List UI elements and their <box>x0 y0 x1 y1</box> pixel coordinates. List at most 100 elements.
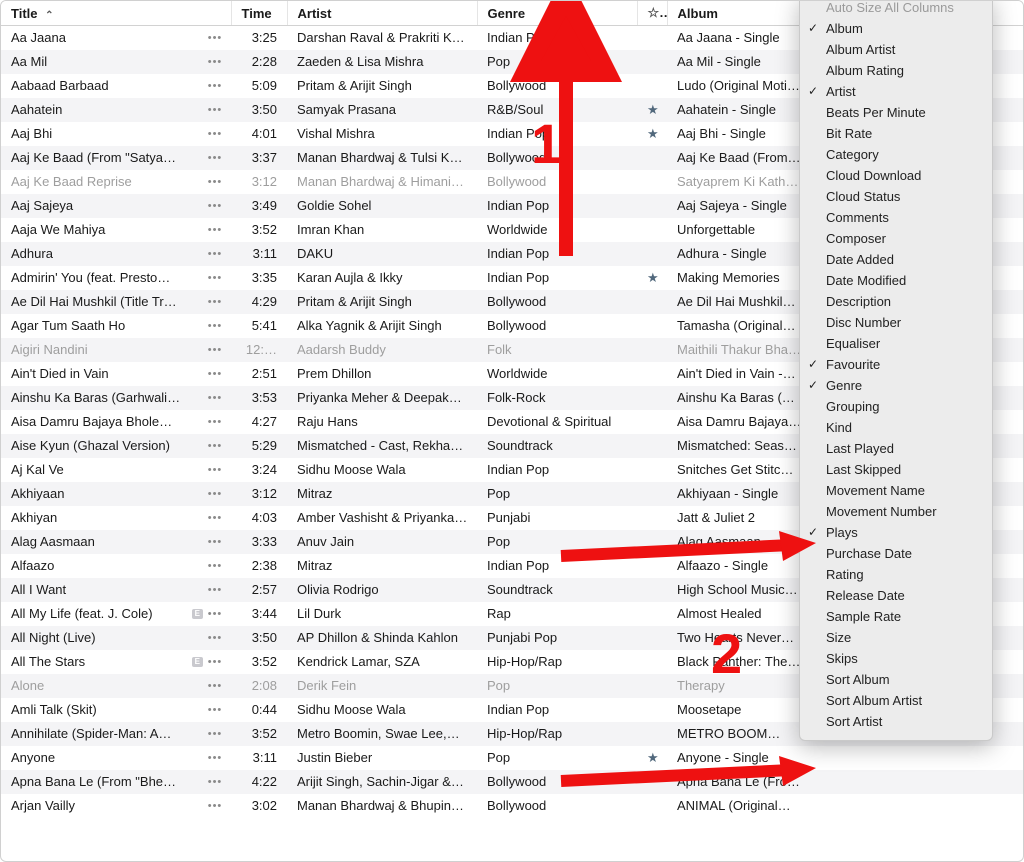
more-options-icon[interactable]: ••• <box>207 704 223 716</box>
favourite-cell[interactable] <box>637 362 667 386</box>
menu-item-movement-number[interactable]: Movement Number <box>800 501 992 522</box>
column-header-favourite[interactable]: ☆ <box>637 1 667 26</box>
menu-item-kind[interactable]: Kind <box>800 417 992 438</box>
menu-item-sort-artist[interactable]: Sort Artist <box>800 711 992 732</box>
column-header-genre[interactable]: Genre <box>477 1 637 26</box>
column-header-time[interactable]: Time <box>231 1 287 26</box>
favourite-cell[interactable] <box>637 602 667 626</box>
more-options-icon[interactable]: ••• <box>207 512 223 524</box>
favourite-cell[interactable] <box>637 794 667 818</box>
menu-item-cloud-download[interactable]: Cloud Download <box>800 165 992 186</box>
favourite-cell[interactable] <box>637 26 667 50</box>
favourite-cell[interactable] <box>637 194 667 218</box>
favourite-cell[interactable] <box>637 218 667 242</box>
more-options-icon[interactable]: ••• <box>207 608 223 620</box>
favourite-cell[interactable] <box>637 674 667 698</box>
more-options-icon[interactable]: ••• <box>207 320 223 332</box>
column-header-artist[interactable]: Artist <box>287 1 477 26</box>
more-options-icon[interactable]: ••• <box>207 200 223 212</box>
more-options-icon[interactable]: ••• <box>207 224 223 236</box>
more-options-icon[interactable]: ••• <box>207 344 223 356</box>
more-options-icon[interactable]: ••• <box>207 368 223 380</box>
menu-item-favourite[interactable]: Favourite <box>800 354 992 375</box>
more-options-icon[interactable]: ••• <box>207 152 223 164</box>
menu-item-composer[interactable]: Composer <box>800 228 992 249</box>
favourite-cell[interactable] <box>637 458 667 482</box>
favourite-cell[interactable] <box>637 722 667 746</box>
menu-item-album[interactable]: Album <box>800 18 992 39</box>
more-options-icon[interactable]: ••• <box>207 584 223 596</box>
table-row[interactable]: Anyone•••3:11Justin BieberPop★Anyone - S… <box>1 746 1024 770</box>
favourite-cell[interactable] <box>637 146 667 170</box>
menu-item-purchase-date[interactable]: Purchase Date <box>800 543 992 564</box>
menu-item-album-artist[interactable]: Album Artist <box>800 39 992 60</box>
favourite-cell[interactable] <box>637 626 667 650</box>
menu-item-category[interactable]: Category <box>800 144 992 165</box>
more-options-icon[interactable]: ••• <box>207 416 223 428</box>
more-options-icon[interactable]: ••• <box>207 176 223 188</box>
menu-item-date-added[interactable]: Date Added <box>800 249 992 270</box>
table-row[interactable]: Apna Bana Le (From "Bhe…•••4:22Arijit Si… <box>1 770 1024 794</box>
more-options-icon[interactable]: ••• <box>207 800 223 812</box>
favourite-cell[interactable] <box>637 530 667 554</box>
menu-item-size[interactable]: Size <box>800 627 992 648</box>
more-options-icon[interactable]: ••• <box>207 104 223 116</box>
menu-item-date-modified[interactable]: Date Modified <box>800 270 992 291</box>
more-options-icon[interactable]: ••• <box>207 32 223 44</box>
favourite-cell[interactable] <box>637 554 667 578</box>
menu-item-movement-name[interactable]: Movement Name <box>800 480 992 501</box>
column-header-title[interactable]: Title ⌃ <box>1 1 231 26</box>
menu-item-disc-number[interactable]: Disc Number <box>800 312 992 333</box>
favourite-cell[interactable]: ★ <box>637 746 667 770</box>
more-options-icon[interactable]: ••• <box>207 560 223 572</box>
favourite-cell[interactable] <box>637 698 667 722</box>
menu-item-plays[interactable]: Plays <box>800 522 992 543</box>
menu-item-last-played[interactable]: Last Played <box>800 438 992 459</box>
menu-item-rating[interactable]: Rating <box>800 564 992 585</box>
menu-item-skips[interactable]: Skips <box>800 648 992 669</box>
favourite-cell[interactable] <box>637 338 667 362</box>
menu-item-bit-rate[interactable]: Bit Rate <box>800 123 992 144</box>
more-options-icon[interactable]: ••• <box>207 296 223 308</box>
more-options-icon[interactable]: ••• <box>207 440 223 452</box>
menu-item-cloud-status[interactable]: Cloud Status <box>800 186 992 207</box>
more-options-icon[interactable]: ••• <box>207 464 223 476</box>
favourite-cell[interactable] <box>637 770 667 794</box>
menu-item-beats-per-minute[interactable]: Beats Per Minute <box>800 102 992 123</box>
favourite-cell[interactable] <box>637 650 667 674</box>
favourite-cell[interactable]: ★ <box>637 98 667 122</box>
more-options-icon[interactable]: ••• <box>207 656 223 668</box>
more-options-icon[interactable]: ••• <box>207 56 223 68</box>
menu-header[interactable]: Auto Size All Columns <box>800 0 992 18</box>
more-options-icon[interactable]: ••• <box>207 680 223 692</box>
menu-item-comments[interactable]: Comments <box>800 207 992 228</box>
column-options-menu[interactable]: Auto Size All Columns AlbumAlbum Artist A… <box>799 0 993 741</box>
favourite-cell[interactable] <box>637 50 667 74</box>
more-options-icon[interactable]: ••• <box>207 128 223 140</box>
favourite-cell[interactable] <box>637 578 667 602</box>
favourite-cell[interactable] <box>637 74 667 98</box>
more-options-icon[interactable]: ••• <box>207 536 223 548</box>
favourite-cell[interactable] <box>637 314 667 338</box>
more-options-icon[interactable]: ••• <box>207 248 223 260</box>
more-options-icon[interactable]: ••• <box>207 752 223 764</box>
table-row[interactable]: Arjan Vailly•••3:02Manan Bhardwaj & Bhup… <box>1 794 1024 818</box>
menu-item-equaliser[interactable]: Equaliser <box>800 333 992 354</box>
favourite-cell[interactable]: ★ <box>637 266 667 290</box>
favourite-cell[interactable] <box>637 170 667 194</box>
menu-item-release-date[interactable]: Release Date <box>800 585 992 606</box>
menu-item-sort-album[interactable]: Sort Album <box>800 669 992 690</box>
menu-item-artist[interactable]: Artist <box>800 81 992 102</box>
favourite-cell[interactable] <box>637 482 667 506</box>
more-options-icon[interactable]: ••• <box>207 272 223 284</box>
more-options-icon[interactable]: ••• <box>207 392 223 404</box>
menu-item-sample-rate[interactable]: Sample Rate <box>800 606 992 627</box>
more-options-icon[interactable]: ••• <box>207 728 223 740</box>
menu-item-last-skipped[interactable]: Last Skipped <box>800 459 992 480</box>
favourite-cell[interactable] <box>637 506 667 530</box>
more-options-icon[interactable]: ••• <box>207 776 223 788</box>
more-options-icon[interactable]: ••• <box>207 80 223 92</box>
favourite-cell[interactable] <box>637 410 667 434</box>
favourite-cell[interactable] <box>637 434 667 458</box>
favourite-cell[interactable] <box>637 242 667 266</box>
